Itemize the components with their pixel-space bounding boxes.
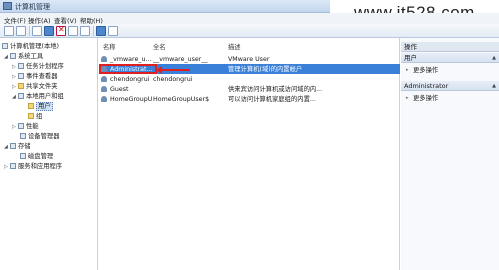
tree-root[interactable]: 计算机管理(本地): [2, 42, 59, 51]
user-description: 可以访问计算机家庭组的内置...: [228, 96, 316, 103]
user-description: VMware User: [228, 56, 270, 63]
tree-shared-folders[interactable]: ▷ 共享文件夹: [12, 82, 57, 91]
tree-system-tools[interactable]: ◢ 系统工具: [4, 52, 43, 61]
up-folder-icon[interactable]: [32, 26, 42, 36]
user-icon: [101, 76, 107, 82]
view-icon[interactable]: [108, 26, 118, 36]
annotation-arrow-head: [156, 66, 162, 74]
user-icon: [101, 86, 107, 92]
user-icon: [101, 56, 107, 62]
storage-icon: [10, 143, 16, 149]
user-name: HomeGroupU...: [110, 96, 152, 103]
more-actions-users[interactable]: 更多操作: [406, 66, 438, 75]
column-full-name[interactable]: 全名: [153, 42, 166, 51]
services-icon: [10, 163, 16, 169]
forward-icon[interactable]: [16, 26, 26, 36]
menu-bar: 文件(F) 操作(A) 查看(V) 帮助(H): [0, 13, 499, 25]
actions-section-users[interactable]: 用户 ▲: [401, 53, 499, 63]
list-header: 名称 全名 描述: [99, 40, 400, 51]
tree-users[interactable]: 用户: [28, 102, 53, 111]
tree-event-viewer[interactable]: ▷ 事件查看器: [12, 72, 57, 81]
toolbar: [0, 24, 499, 38]
folder-icon: [28, 103, 34, 109]
export-list-icon[interactable]: [80, 26, 90, 36]
user-full-name: chendongrui: [153, 76, 193, 83]
tree-device-manager[interactable]: 设备管理器: [20, 132, 59, 141]
list-item-selected[interactable]: Administrat... 管理计算机(域)的内置帐户: [99, 64, 400, 74]
list-item[interactable]: HomeGroupU... HomeGroupUser$ 可以访问计算机家庭组的…: [99, 94, 400, 104]
actions-title: 操作: [401, 42, 499, 52]
help-icon[interactable]: [96, 26, 106, 36]
column-description[interactable]: 描述: [228, 42, 241, 51]
more-actions-administrator[interactable]: 更多操作: [406, 94, 438, 103]
actions-section-administrator[interactable]: Administrator ▲: [401, 81, 499, 91]
user-full-name: HomeGroupUser$: [153, 96, 210, 103]
device-manager-icon: [20, 133, 26, 139]
users-group-icon: [18, 93, 24, 99]
user-icon: [101, 96, 107, 102]
user-description: 供来宾访问计算机或访问域的内...: [228, 86, 323, 93]
user-list: 名称 全名 描述 _vmware_u... __vmware_user__ VM…: [99, 38, 400, 270]
tools-icon: [10, 53, 16, 59]
shared-folder-icon: [18, 83, 24, 89]
event-icon: [18, 73, 24, 79]
user-icon: [101, 66, 107, 72]
tree-services-apps[interactable]: ▷ 服务和应用程序: [4, 162, 62, 171]
user-name: _vmware_u...: [110, 56, 152, 63]
collapse-icon: ▲: [492, 55, 496, 61]
delete-icon[interactable]: [56, 25, 66, 36]
list-item[interactable]: Guest 供来宾访问计算机或访问域的内...: [99, 84, 400, 94]
clock-icon: [18, 63, 24, 69]
toolbar-divider: [93, 26, 94, 36]
annotation-arrow: [160, 69, 190, 71]
toolbar-divider: [29, 26, 30, 36]
folder-icon: [28, 113, 34, 119]
tree-performance[interactable]: ▷ 性能: [12, 122, 39, 131]
list-item[interactable]: _vmware_u... __vmware_user__ VMware User: [99, 54, 400, 64]
user-name: Guest: [110, 86, 129, 93]
tree-task-scheduler[interactable]: ▷ 任务计划程序: [12, 62, 64, 71]
list-item[interactable]: chendongrui chendongrui: [99, 74, 400, 84]
tree-storage[interactable]: ◢ 存储: [4, 142, 31, 151]
properties-icon[interactable]: [68, 26, 78, 36]
user-full-name: __vmware_user__: [153, 56, 208, 63]
performance-icon: [18, 123, 24, 129]
back-icon[interactable]: [4, 26, 14, 36]
tree-local-users-groups[interactable]: ◢ 本地用户和组: [12, 92, 64, 101]
computer-management-icon: [3, 2, 12, 10]
navigation-tree: 计算机管理(本地) ◢ 系统工具 ▷ 任务计划程序 ▷ 事件查看器 ▷ 共享文件夹 ◢ 本…: [0, 38, 98, 270]
actions-pane: 操作 用户▲ 更多操作 Administrator▲ 更多操作: [401, 38, 499, 270]
window-title: 计算机管理: [15, 3, 50, 11]
user-name: chendongrui: [110, 76, 150, 83]
disk-icon: [20, 153, 26, 159]
column-name[interactable]: 名称: [103, 42, 116, 51]
tree-groups[interactable]: 组: [28, 112, 42, 121]
user-description: 管理计算机(域)的内置帐户: [228, 66, 303, 73]
collapse-icon: ▲: [492, 83, 496, 89]
user-name: Administrat...: [110, 66, 153, 73]
show-tree-icon[interactable]: [44, 26, 54, 36]
computer-icon: [2, 43, 8, 49]
tree-disk-management[interactable]: 磁盘管理: [20, 152, 53, 161]
